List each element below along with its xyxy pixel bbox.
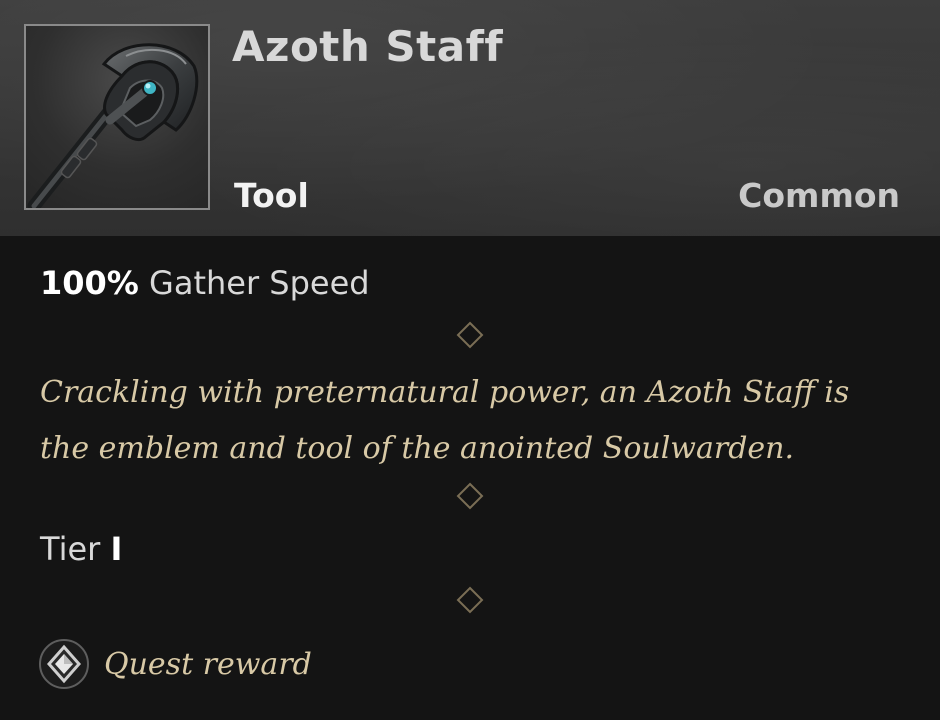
- divider-3: [60, 585, 880, 615]
- divider-ornament-icon: [60, 482, 880, 510]
- description-line-1: Crackling with preternatural power, an A…: [40, 375, 850, 410]
- divider-ornament-icon: [60, 586, 880, 614]
- quest-reward-label: Quest reward: [104, 646, 312, 682]
- gather-speed-label: Gather Speed: [149, 264, 370, 302]
- item-tier: Tier I: [40, 530, 122, 568]
- gather-speed-stat: 100% Gather Speed: [40, 264, 370, 302]
- quest-reward-icon: [39, 639, 89, 689]
- item-icon-frame: [24, 24, 210, 210]
- tooltip-header: Azoth Staff Tool Common: [0, 0, 940, 236]
- item-type: Tool: [234, 176, 309, 215]
- gather-speed-value: 100%: [40, 264, 139, 302]
- divider-1: [60, 320, 880, 350]
- divider-2: [60, 481, 880, 511]
- item-description: Crackling with preternatural power, an A…: [40, 365, 910, 477]
- item-rarity: Common: [738, 176, 900, 215]
- azoth-staff-icon: [27, 43, 199, 208]
- divider-ornament-icon: [60, 321, 880, 349]
- item-tooltip: Azoth Staff Tool Common 100% Gather Spee…: [0, 0, 940, 720]
- tier-label: Tier: [40, 530, 101, 568]
- item-name: Azoth Staff: [232, 22, 504, 71]
- item-source: Quest reward: [38, 638, 312, 690]
- tier-value: I: [110, 530, 123, 568]
- description-line-2: the emblem and tool of the anointed Soul…: [40, 431, 795, 466]
